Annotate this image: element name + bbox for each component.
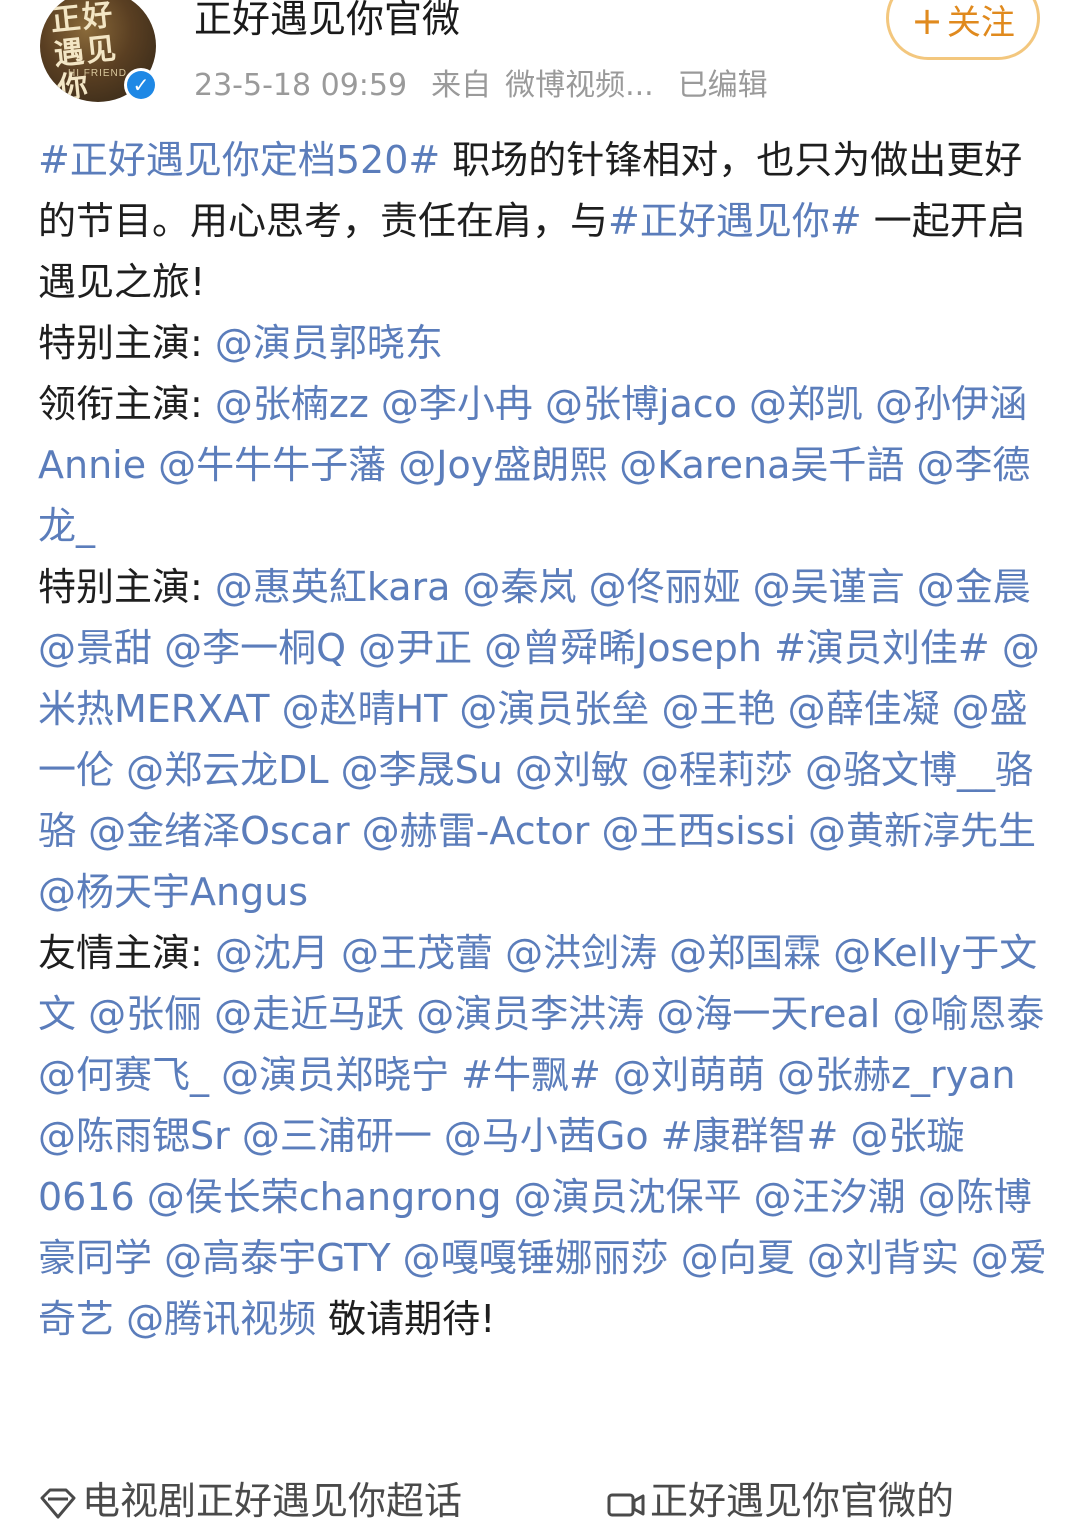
post-header: 正好遇见你 HI FRIEND ✓ 正好遇见你官微 23-5-18 09:59 来… bbox=[0, 0, 1080, 120]
post-source[interactable]: 微博视频... bbox=[505, 68, 654, 103]
verified-checkmark: ✓ bbox=[127, 71, 155, 99]
special-star-line: 特别主演: @演员郭晓东 bbox=[38, 313, 1048, 374]
follow-label: 关注 bbox=[946, 3, 1015, 43]
account-name[interactable]: 正好遇见你官微 bbox=[194, 0, 460, 43]
post-footer: 电视剧正好遇见你超话 正好遇见你官微的 bbox=[38, 1470, 1048, 1530]
role-label: 友情主演: bbox=[38, 931, 203, 975]
post-paragraph-intro: #正好遇见你定档520# 职场的针锋相对，也只为做出更好的节目。用心思考，责任在… bbox=[38, 130, 1048, 313]
mention-link[interactable]: @演员郭晓东 bbox=[215, 321, 443, 365]
post-closing-text: 敬请期待! bbox=[316, 1297, 496, 1341]
post-body: #正好遇见你定档520# 职场的针锋相对，也只为做出更好的节目。用心思考，责任在… bbox=[38, 130, 1048, 1350]
hashtag-link[interactable]: #正好遇见你# bbox=[608, 199, 862, 243]
special-cast-line: 特别主演: @惠英紅kara @秦岚 @佟丽娅 @吴谨言 @金晨 @景甜 @李一… bbox=[38, 557, 1048, 923]
video-icon bbox=[607, 1493, 645, 1516]
super-topic-link[interactable]: 电视剧正好遇见你超话 bbox=[38, 1470, 462, 1525]
hashtag-link[interactable]: #康群智# bbox=[661, 1114, 839, 1158]
source-label: 来自 bbox=[431, 68, 492, 103]
edited-label[interactable]: 已编辑 bbox=[678, 68, 768, 103]
avatar-logo-subtext: HI FRIEND bbox=[68, 68, 127, 79]
hashtag-link[interactable]: #演员刘佳# bbox=[774, 626, 990, 670]
post-timestamp: 23-5-18 09:59 bbox=[194, 68, 408, 103]
friend-cast-line: 友情主演: @沈月 @王茂蕾 @洪剑涛 @郑国霖 @Kelly于文文 @张俪 @… bbox=[38, 923, 1048, 1350]
role-label: 特别主演: bbox=[38, 565, 203, 609]
role-label: 特别主演: bbox=[38, 321, 203, 365]
video-source-link[interactable]: 正好遇见你官微的 bbox=[606, 1470, 954, 1525]
diamond-icon bbox=[40, 1488, 76, 1518]
follow-button[interactable]: + 关注 bbox=[886, 0, 1040, 60]
hashtag-link[interactable]: #正好遇见你定档520# bbox=[38, 138, 440, 182]
leading-cast-line: 领衔主演: @张楠zz @李小冉 @张博jaco @郑凯 @孙伊涵Annie @… bbox=[38, 374, 1048, 557]
verified-check-icon: ✓ bbox=[124, 68, 158, 102]
video-source-label: 正好遇见你官微的 bbox=[650, 1479, 955, 1523]
super-topic-label: 电视剧正好遇见你超话 bbox=[82, 1479, 463, 1523]
plus-icon: + bbox=[911, 0, 943, 43]
role-label: 领衔主演: bbox=[38, 382, 203, 426]
hashtag-link[interactable]: #牛飘# bbox=[461, 1053, 601, 1097]
post-meta: 23-5-18 09:59 来自 微博视频... 已编辑 bbox=[194, 60, 792, 104]
